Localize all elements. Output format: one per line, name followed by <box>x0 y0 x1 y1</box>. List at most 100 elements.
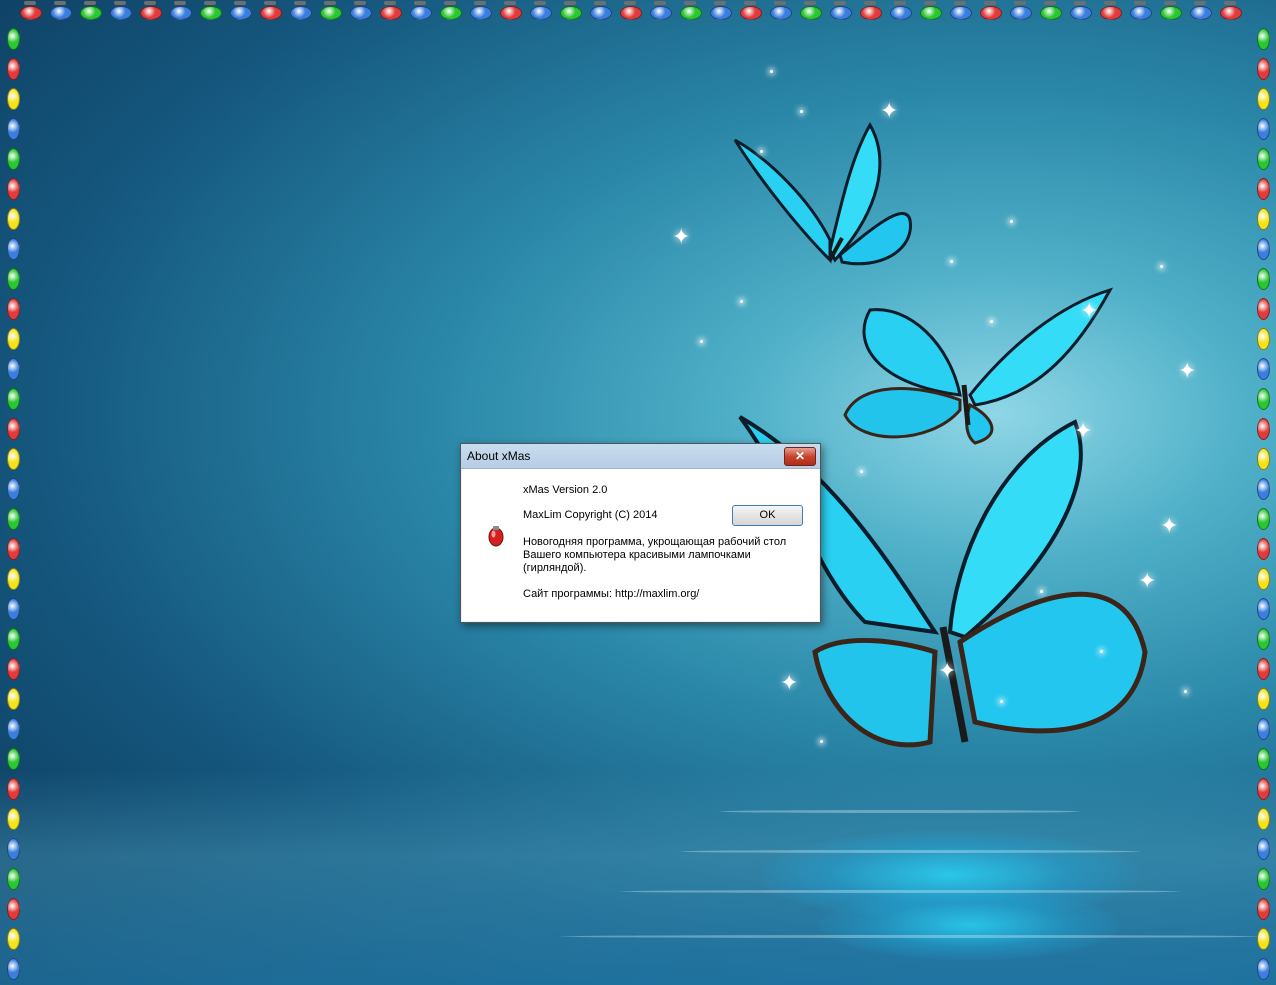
dialog-title: About xMas <box>467 449 531 463</box>
dialog-titlebar[interactable]: About xMas ✕ <box>461 444 820 469</box>
garland-bulb <box>1257 328 1270 350</box>
garland-bulb-cap <box>1134 1 1146 5</box>
garland-bulb <box>890 6 912 20</box>
garland-bulb <box>710 6 732 20</box>
garland-bulb <box>7 328 20 350</box>
garland-bulb <box>1257 658 1270 680</box>
garland-bulb-cap <box>564 1 576 5</box>
garland-bulb-cap <box>174 1 186 5</box>
garland-bulb-cap <box>24 1 36 5</box>
ok-button[interactable]: OK <box>732 505 803 526</box>
garland-bulb <box>1257 118 1270 140</box>
garland-bulb <box>7 598 20 620</box>
garland-bulb <box>7 268 20 290</box>
garland-bulb <box>7 508 20 530</box>
garland-bulb <box>80 6 102 20</box>
garland-bulb <box>1070 6 1092 20</box>
garland-bulb <box>7 178 20 200</box>
garland-bulb <box>7 238 20 260</box>
copyright-text: MaxLim Copyright (C) 2014 <box>523 509 658 521</box>
garland-bulb <box>7 808 20 830</box>
garland-bulb <box>1040 6 1062 20</box>
garland-bulb <box>1160 6 1182 20</box>
garland-top <box>20 0 1242 24</box>
garland-bulb <box>7 568 20 590</box>
garland-bulb <box>950 6 972 20</box>
garland-bulb <box>7 208 20 230</box>
garland-bulb <box>1257 868 1270 890</box>
garland-bulb <box>1257 898 1270 920</box>
garland-bulb-cap <box>1014 1 1026 5</box>
garland-bulb-cap <box>144 1 156 5</box>
garland-bulb <box>1257 748 1270 770</box>
garland-bulb <box>7 388 20 410</box>
garland-bulb-cap <box>954 1 966 5</box>
garland-bulb <box>1257 778 1270 800</box>
garland-bulb <box>470 6 492 20</box>
garland-bulb-cap <box>1104 1 1116 5</box>
garland-bulb-cap <box>414 1 426 5</box>
garland-bulb <box>140 6 162 20</box>
garland-bulb <box>7 718 20 740</box>
garland-bulb <box>7 628 20 650</box>
garland-bulb-cap <box>504 1 516 5</box>
garland-bulb <box>7 478 20 500</box>
garland-bulb-cap <box>1164 1 1176 5</box>
about-dialog: About xMas ✕ xMas Version 2.0 MaxLim Cop… <box>460 443 821 623</box>
garland-bulb-cap <box>114 1 126 5</box>
garland-left <box>2 28 24 980</box>
garland-bulb <box>290 6 312 20</box>
garland-bulb <box>7 958 20 980</box>
garland-bulb-cap <box>1044 1 1056 5</box>
garland-bulb <box>440 6 462 20</box>
garland-bulb-cap <box>804 1 816 5</box>
garland-bulb <box>1257 838 1270 860</box>
garland-bulb <box>1257 388 1270 410</box>
garland-bulb <box>7 778 20 800</box>
garland-bulb <box>1257 28 1270 50</box>
garland-bulb <box>7 58 20 80</box>
garland-bulb <box>530 6 552 20</box>
garland-bulb <box>620 6 642 20</box>
description-line-2: Вашего компьютера красивыми лампочками <box>523 549 751 561</box>
garland-bulb-cap <box>714 1 726 5</box>
garland-bulb-cap <box>324 1 336 5</box>
garland-bulb-cap <box>774 1 786 5</box>
garland-bulb-cap <box>894 1 906 5</box>
garland-bulb-cap <box>1074 1 1086 5</box>
garland-bulb <box>590 6 612 20</box>
garland-bulb <box>7 658 20 680</box>
garland-bulb <box>1257 508 1270 530</box>
garland-bulb-cap <box>984 1 996 5</box>
garland-bulb <box>7 448 20 470</box>
garland-bulb-cap <box>624 1 636 5</box>
garland-bulb <box>7 88 20 110</box>
garland-bulb <box>110 6 132 20</box>
garland-bulb-cap <box>1224 1 1236 5</box>
butterfly-top <box>733 121 912 266</box>
garland-bulb <box>800 6 822 20</box>
garland-bulb <box>920 6 942 20</box>
garland-bulb <box>980 6 1002 20</box>
garland-bulb <box>1257 208 1270 230</box>
garland-bulb <box>350 6 372 20</box>
garland-bulb <box>260 6 282 20</box>
garland-bulb-cap <box>684 1 696 5</box>
garland-bulb <box>1257 928 1270 950</box>
garland-bulb-cap <box>84 1 96 5</box>
garland-bulb <box>1257 148 1270 170</box>
garland-bulb <box>7 838 20 860</box>
garland-bulb <box>1257 88 1270 110</box>
garland-bulb-cap <box>594 1 606 5</box>
garland-bulb <box>1257 958 1270 980</box>
website-text: Сайт программы: http://maxlim.org/ <box>523 588 700 600</box>
garland-bulb <box>200 6 222 20</box>
garland-bulb <box>7 868 20 890</box>
garland-bulb <box>20 6 42 20</box>
garland-bulb <box>410 6 432 20</box>
dialog-content: xMas Version 2.0 MaxLim Copyright (C) 20… <box>462 469 819 621</box>
garland-bulb <box>1257 808 1270 830</box>
garland-bulb <box>1220 6 1242 20</box>
close-button[interactable]: ✕ <box>784 447 816 466</box>
garland-bulb <box>1257 358 1270 380</box>
